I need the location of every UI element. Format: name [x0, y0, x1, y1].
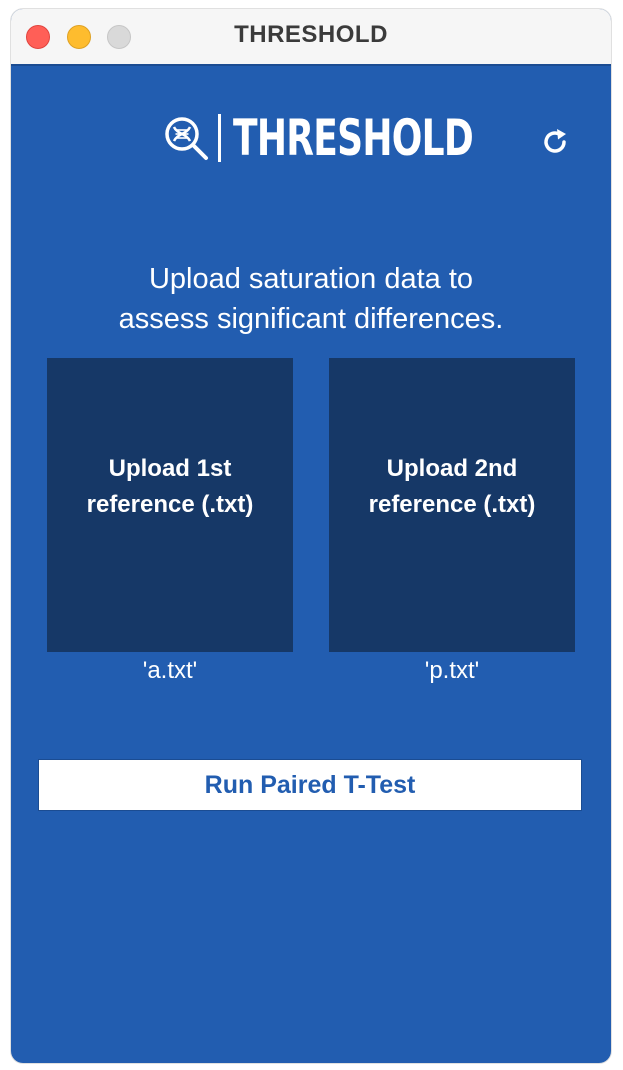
instructions-line-1: Upload saturation data to [148, 263, 474, 295]
title-bar[interactable]: THRESHOLD [11, 9, 611, 66]
upload-first-label: Upload 1st reference (.txt) [87, 451, 254, 523]
logo-divider [218, 114, 221, 162]
refresh-button[interactable] [537, 124, 573, 160]
main-content: THRESHOLD Upload saturation data to asse… [11, 66, 611, 1063]
upload-first-reference-button[interactable]: Upload 1st reference (.txt) [47, 358, 293, 652]
instructions-text: Upload saturation data to assess signifi… [51, 259, 571, 339]
upload-second-label: Upload 2nd reference (.txt) [369, 451, 536, 523]
run-paired-t-test-button[interactable]: Run Paired T-Test [38, 759, 582, 811]
upload-first-label-line-2: reference (.txt) [86, 491, 254, 518]
refresh-icon [544, 129, 566, 153]
upload-second-label-line-1: Upload 2nd [386, 455, 518, 482]
magnifier-dna-icon [165, 117, 208, 160]
upload-second-reference-button[interactable]: Upload 2nd reference (.txt) [329, 358, 575, 652]
app-window: THRESHOLD THRESHOLD Upload saturation da… [11, 9, 611, 1063]
first-file-name: 'a.txt' [142, 657, 198, 684]
window-title: THRESHOLD [234, 21, 388, 48]
second-file-name: 'p.txt' [424, 657, 480, 684]
instructions-line-2: assess significant differences. [118, 303, 504, 335]
app-logo: THRESHOLD [162, 110, 566, 166]
upload-first-label-line-1: Upload 1st [108, 455, 232, 482]
logo-wordmark: THRESHOLD [233, 109, 474, 167]
upload-second-label-line-2: reference (.txt) [368, 491, 536, 518]
